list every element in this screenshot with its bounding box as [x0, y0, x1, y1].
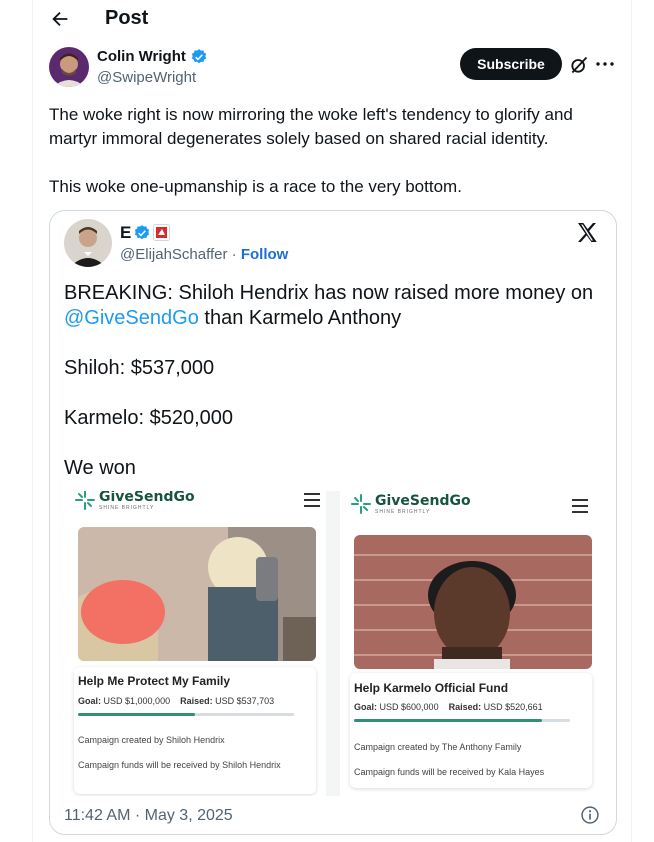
author-avatar[interactable] — [49, 47, 89, 87]
campaign-screenshot-shiloh: GiveSendGo SHINE BRIGHTLY Help Me Protec… — [64, 491, 326, 796]
page-title: Post — [105, 7, 149, 29]
grok-icon[interactable] — [569, 55, 589, 75]
quoted-author-name[interactable]: E — [120, 223, 131, 243]
brand-name: GiveSendGo — [99, 491, 195, 505]
quoted-post-card[interactable]: E @ElijahSchaffer · Follow BREAKING: Shi… — [49, 210, 617, 835]
quoted-author-avatar[interactable] — [64, 219, 112, 267]
campaign-creator: Campaign created by The Anthony Family — [354, 742, 522, 752]
author-handle[interactable]: @SwipeWright — [97, 69, 196, 86]
x-logo-icon[interactable] — [575, 221, 599, 245]
menu-icon — [304, 493, 320, 507]
progress-fill — [354, 719, 542, 722]
top-bar: Post — [33, 0, 633, 38]
goal-value: USD $600,000 — [379, 702, 439, 712]
campaign-amounts: Goal: USD $1,000,000 Raised: USD $537,70… — [78, 696, 274, 706]
more-icon[interactable] — [595, 58, 615, 70]
separator: · — [227, 246, 241, 263]
campaign-photo — [78, 527, 316, 661]
affiliate-badge-icon — [153, 224, 170, 241]
campaign-recipient: Campaign funds will be received by Shilo… — [78, 760, 281, 770]
campaign-photo — [354, 535, 592, 669]
brand-tagline: SHINE BRIGHTLY — [375, 509, 431, 515]
quoted-post-text: BREAKING: Shiloh Hendrix has now raised … — [64, 281, 604, 506]
author-name[interactable]: Colin Wright — [97, 48, 186, 65]
campaign-creator: Campaign created by Shiloh Hendrix — [78, 735, 225, 745]
we-won-line: We won — [64, 457, 136, 479]
brand-tagline: SHINE BRIGHTLY — [99, 505, 155, 511]
verified-badge-icon — [191, 49, 207, 64]
raised-progress-bar — [354, 719, 570, 722]
quoted-author-handle[interactable]: @ElijahSchaffer — [120, 246, 228, 263]
raised-value: USD $520,661 — [483, 702, 543, 712]
givesendgo-star-icon — [75, 491, 95, 510]
follow-link[interactable]: Follow — [241, 246, 289, 263]
progress-fill — [78, 713, 195, 716]
givesendgo-star-icon — [351, 494, 371, 514]
back-arrow-icon[interactable] — [49, 8, 71, 30]
post-paragraph: This woke one-upmanship is a race to the… — [49, 177, 462, 196]
menu-icon — [572, 499, 588, 513]
shiloh-line: Shiloh: $537,000 — [64, 357, 215, 379]
goal-value: USD $1,000,000 — [103, 696, 171, 706]
mention-link[interactable]: @GiveSendGo — [64, 307, 199, 329]
raised-value: USD $537,703 — [215, 696, 275, 706]
raised-label: Raised: — [180, 696, 213, 706]
post-text: The woke right is now mirroring the woke… — [49, 103, 609, 223]
givesendgo-logo: GiveSendGo SHINE BRIGHTLY — [350, 493, 471, 515]
quoted-author-handle-line: @ElijahSchaffer · Follow — [120, 246, 288, 263]
attached-image[interactable]: GiveSendGo SHINE BRIGHTLY Help Me Protec… — [64, 491, 602, 796]
post-paragraph: The woke right is now mirroring the woke… — [49, 105, 573, 148]
goal-label: Goal: — [354, 702, 378, 712]
campaign-screenshot-karmelo: GiveSendGo SHINE BRIGHTLY Help Karmelo O… — [340, 491, 602, 796]
subscribe-button[interactable]: Subscribe — [460, 48, 562, 80]
givesendgo-logo: GiveSendGo SHINE BRIGHTLY — [74, 491, 195, 511]
verified-badge-icon — [134, 225, 150, 240]
headline-lead: BREAKING: Shiloh Hendrix has now raised … — [64, 282, 594, 304]
raised-label: Raised: — [448, 702, 482, 712]
brand-name: GiveSendGo — [375, 493, 471, 509]
info-icon[interactable] — [580, 805, 600, 825]
quoted-headline: BREAKING: Shiloh Hendrix has now raised … — [64, 281, 604, 331]
post-column: Post Colin Wright @SwipeWright Subscribe… — [32, 0, 632, 842]
raised-progress-bar — [78, 713, 294, 716]
quoted-timestamp[interactable]: 11:42 AM · May 3, 2025 — [64, 807, 233, 825]
headline-tail: than Karmelo Anthony — [198, 307, 402, 329]
campaign-recipient: Campaign funds will be received by Kala … — [354, 767, 545, 777]
karmelo-line: Karmelo: $520,000 — [64, 407, 234, 429]
campaign-amounts: Goal: USD $600,000 Raised: USD $520,661 — [354, 702, 543, 712]
campaign-title[interactable]: Help Me Protect My Family — [78, 674, 230, 688]
goal-label: Goal: — [78, 696, 102, 706]
campaign-title[interactable]: Help Karmelo Official Fund — [354, 681, 508, 695]
